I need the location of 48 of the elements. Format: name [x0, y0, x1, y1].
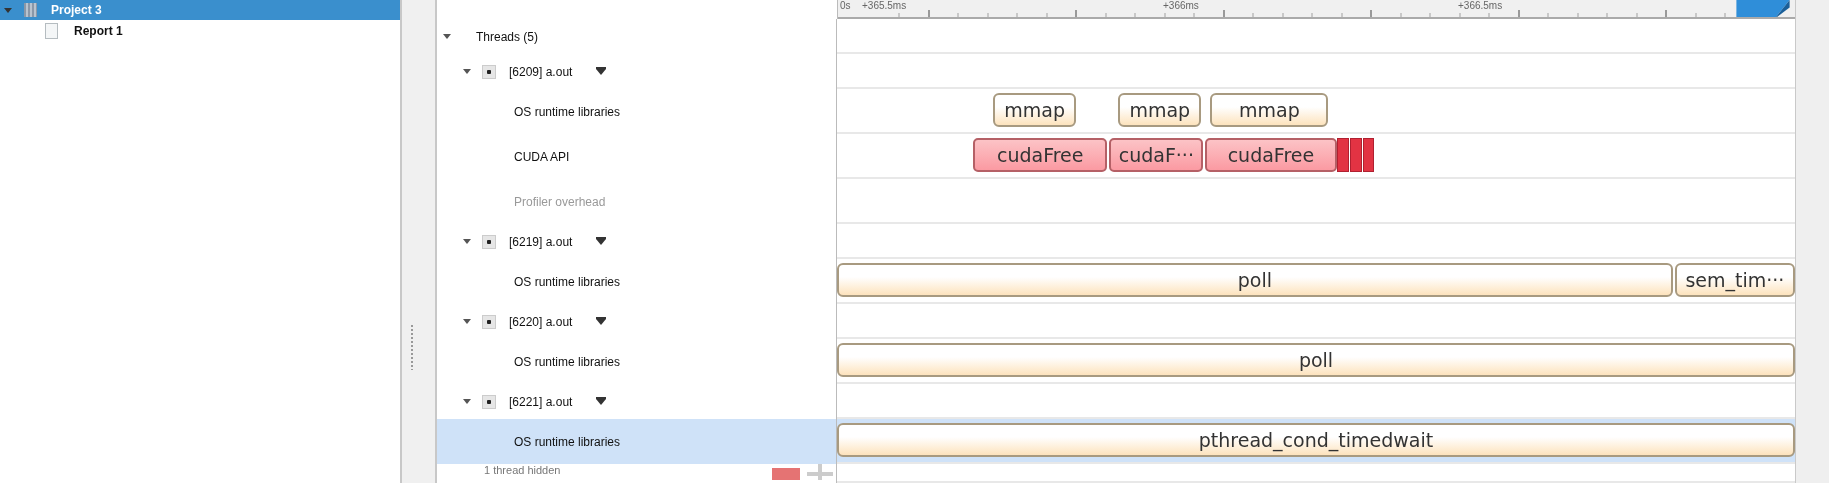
- splitter-handle[interactable]: [400, 0, 437, 483]
- event-bar[interactable]: poll: [837, 343, 1795, 377]
- project-tree-item[interactable]: Project 3: [0, 0, 400, 20]
- dropdown-caret-icon[interactable]: [596, 238, 607, 245]
- event-bar[interactable]: cudaFree: [973, 138, 1108, 172]
- event-marker[interactable]: [1349, 138, 1362, 172]
- hidden-threads-note: 1 thread hidden: [484, 464, 561, 476]
- track-label[interactable]: OS runtime libraries: [514, 434, 621, 449]
- event-bar[interactable]: pthread_cond_timedwait: [837, 423, 1795, 457]
- expand-arrow-icon[interactable]: [4, 7, 12, 13]
- event-bar[interactable]: sem_tim···: [1674, 263, 1795, 297]
- thread-label[interactable]: [6219] a.out: [509, 234, 573, 249]
- expand-arrow-icon[interactable]: [463, 399, 471, 404]
- expand-arrow-icon[interactable]: [463, 239, 471, 244]
- document-icon: [45, 23, 58, 39]
- thread-icon: [482, 314, 496, 329]
- expand-arrow-icon[interactable]: [463, 319, 471, 324]
- report-tree-item[interactable]: Report 1: [0, 20, 400, 42]
- dropdown-caret-icon[interactable]: [596, 68, 607, 75]
- track-label[interactable]: OS runtime libraries: [514, 104, 621, 119]
- thread-icon: [482, 394, 496, 409]
- tick-label: +366ms: [1163, 0, 1199, 11]
- thread-icon: [482, 64, 496, 79]
- expand-arrow-icon[interactable]: [443, 34, 451, 39]
- track-label[interactable]: CUDA API: [514, 149, 570, 164]
- tick-label: +365.5ms: [862, 0, 907, 11]
- thread-label[interactable]: [6220] a.out: [509, 314, 573, 329]
- threads-group-label[interactable]: Threads (5): [476, 29, 539, 44]
- project-grid-icon: [24, 3, 37, 17]
- bookmark-flag-icon[interactable]: [1735, 0, 1791, 17]
- tick-label: 0s: [840, 0, 851, 11]
- scrollbar-track[interactable]: [1795, 0, 1829, 483]
- thread-icon: [482, 234, 496, 249]
- expand-arrow-icon[interactable]: [463, 69, 471, 74]
- event-bar[interactable]: cudaF···: [1109, 138, 1204, 172]
- event-bar[interactable]: cudaFree: [1205, 138, 1337, 172]
- event-bar[interactable]: mmap: [1118, 93, 1202, 127]
- track-label[interactable]: OS runtime libraries: [514, 274, 621, 289]
- dropdown-caret-icon[interactable]: [596, 318, 607, 325]
- event-bar[interactable]: mmap: [1210, 93, 1329, 127]
- thread-label[interactable]: [6221] a.out: [509, 394, 573, 409]
- event-marker[interactable]: [1362, 138, 1374, 172]
- thread-label[interactable]: [6209] a.out: [509, 64, 573, 79]
- event-bar[interactable]: poll: [837, 263, 1673, 297]
- tick-label: +366.5ms: [1458, 0, 1503, 11]
- track-label[interactable]: OS runtime libraries: [514, 354, 621, 369]
- event-bar[interactable]: mmap: [993, 93, 1077, 127]
- dropdown-caret-icon[interactable]: [596, 398, 607, 405]
